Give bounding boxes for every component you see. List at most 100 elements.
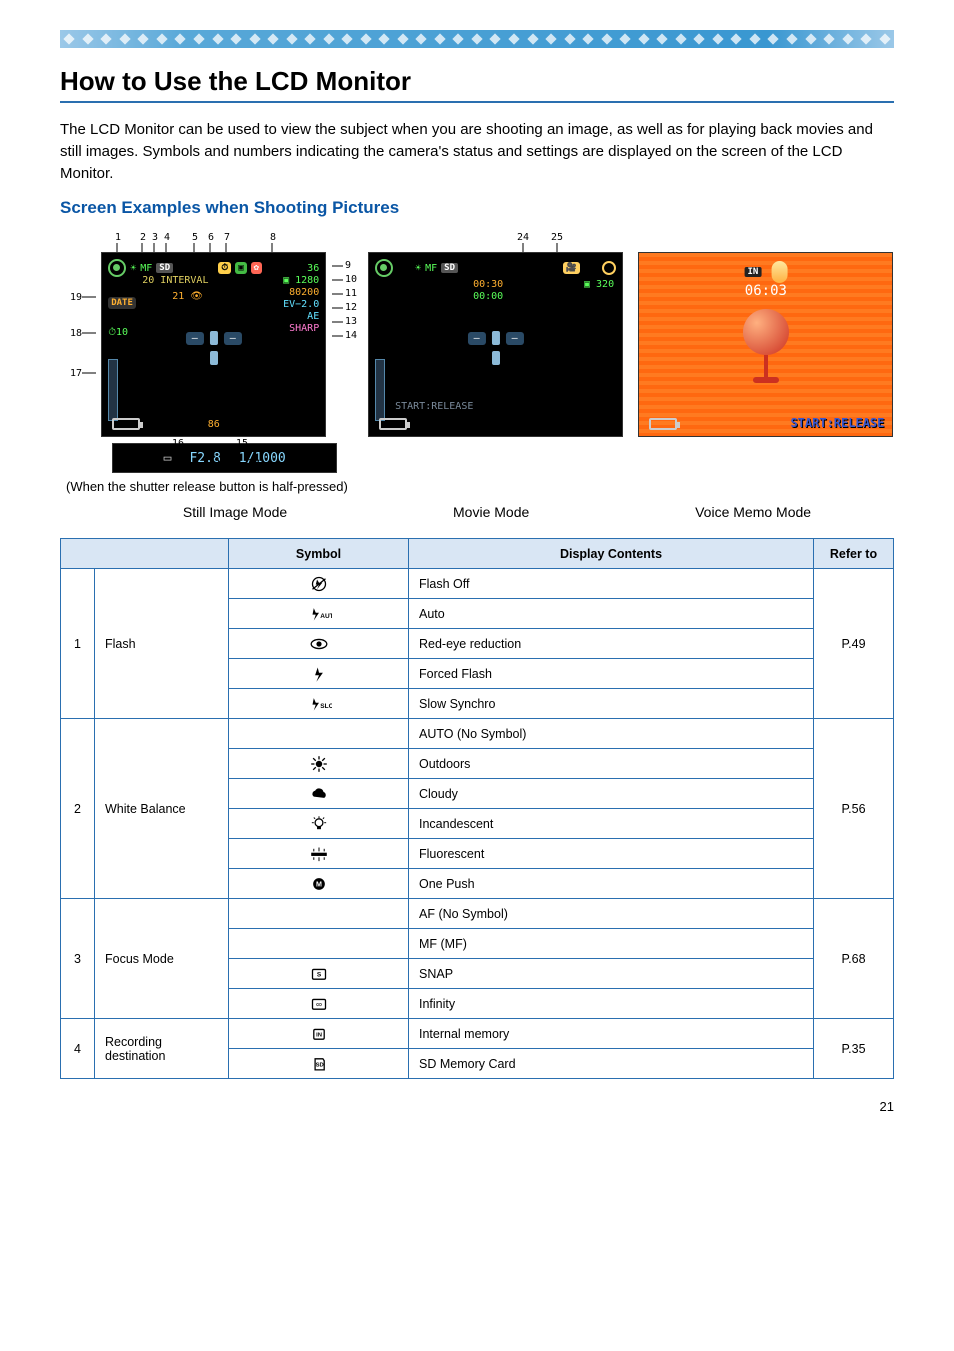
refer-cell: P.35 [814,1019,894,1079]
flash-icon [375,259,393,277]
row-number: 2 [61,719,95,899]
page-ornament [60,30,894,48]
label-movie: Movie Mode [453,504,529,520]
svg-text:16: 16 [172,438,184,449]
svg-text:18: 18 [70,328,82,339]
contents-cell: Incandescent [409,809,814,839]
symbol-cell: S [229,959,409,989]
focus-icon: MF [140,263,152,274]
table-row: 3Focus ModeAF (No Symbol)P.68 [61,899,894,929]
contents-cell: SD Memory Card [409,1049,814,1079]
row-label: White Balance [95,719,229,899]
lcd-voice: IN 06:03 START:RELEASE [638,252,893,437]
svg-text:23: 23 [248,458,260,468]
screen-examples: 1 2 3 4 5 6 7 8 9 10 11 12 13 14 17 18 1… [60,228,894,473]
table-row: 4Recording destinationINInternal memoryP… [61,1019,894,1049]
symbol-cell [229,809,409,839]
start-release-label: START:RELEASE [395,401,473,412]
svg-text:6: 6 [208,232,214,243]
selftimer-icon: ⏱ [218,262,231,274]
selftimer-label: ⏱10 [108,327,128,338]
zoom-bar-left [375,359,385,421]
reference-table: Symbol Display Contents Refer to 1FlashF… [60,538,894,1079]
battery-icon [649,418,677,430]
svg-text:24: 24 [517,232,529,243]
svg-text:AUTO: AUTO [320,613,332,620]
svg-text:M: M [316,880,322,888]
interval-n: 20 [142,275,154,286]
center-marker [492,351,500,365]
contents-cell: Infinity [409,989,814,1019]
refer-cell: P.68 [814,899,894,1019]
svg-text:10: 10 [345,274,357,285]
svg-text:22: 22 [208,458,220,468]
mic-icon [771,261,787,283]
battery-icon [379,418,407,430]
page-number: 21 [60,1099,894,1114]
contents-cell: Forced Flash [409,659,814,689]
contents-cell: Outdoors [409,749,814,779]
symbol-cell [229,929,409,959]
voice-time: 06:03 [745,283,787,299]
contents-cell: AUTO (No Symbol) [409,719,814,749]
svg-text:S: S [316,971,321,978]
contents-cell: SNAP [409,959,814,989]
sharp-label: SHARP [283,323,319,335]
date-badge: DATE [108,297,136,309]
contents-cell: Red-eye reduction [409,629,814,659]
row-number: 4 [61,1019,95,1079]
balloon21: 21 [172,291,184,302]
th-symbol: Symbol [229,539,409,569]
symbol-cell: SD [229,1049,409,1079]
symbol-cell [229,629,409,659]
symbol-cell [229,719,409,749]
start-release-label: START:RELEASE [790,416,884,430]
title-rule [60,101,894,103]
svg-text:SLOW: SLOW [320,703,332,710]
svg-text:8: 8 [270,232,276,243]
cont-icon: ▣ [235,262,246,274]
row-label: Flash [95,569,229,719]
rec-dot-icon [602,261,616,275]
svg-text:17: 17 [70,368,82,379]
symbol-cell [229,659,409,689]
mic-large-icon [743,309,789,383]
macro-icon: ✿ [251,262,262,274]
symbol-cell [229,749,409,779]
contents-cell: Internal memory [409,1019,814,1049]
wb-icon: ☀ [130,263,136,274]
svg-text:12: 12 [345,302,357,313]
contents-cell: Cloudy [409,779,814,809]
svg-text:19: 19 [70,292,82,303]
symbol-cell: AUTO [229,599,409,629]
table-row: 1FlashFlash OffP.49 [61,569,894,599]
iso-label: 80200 [283,287,319,299]
svg-text:1: 1 [115,232,121,243]
svg-text:11: 11 [345,288,357,299]
page-title: How to Use the LCD Monitor [60,66,894,97]
svg-text:4: 4 [164,232,170,243]
interval-label: INTERVAL [160,275,208,286]
contents-cell: AF (No Symbol) [409,899,814,929]
symbol-cell: SLOW [229,689,409,719]
exposure-indicator: —— [468,331,524,345]
svg-text:7: 7 [224,232,230,243]
in-badge: IN [744,267,761,277]
row-label: Recording destination [95,1019,229,1079]
lcd-still: ☀ MF SD ⏱ ▣ ✿ 36 ▣ 1280 80200 EV−2.0 AE … [101,252,326,437]
lcd-movie: ☀ MF SD 🎥 00:30 00:00 ▣ 320 —— START:REL… [368,252,623,437]
table-row: 2White BalanceAUTO (No Symbol)P.56 [61,719,894,749]
contents-cell: MF (MF) [409,929,814,959]
storage-icon: SD [441,263,458,273]
symbol-cell [229,569,409,599]
svg-text:25: 25 [551,232,563,243]
total-time: 00:00 [473,291,503,303]
bottom-number: 86 [208,419,220,430]
symbol-cell: ∞ [229,989,409,1019]
focus-icon: MF [425,263,437,274]
zoom-bar-left [108,359,118,421]
svg-text:9: 9 [345,260,351,271]
ae-label: AE [283,311,319,323]
ev-label: EV−2.0 [283,299,319,311]
contents-cell: Auto [409,599,814,629]
